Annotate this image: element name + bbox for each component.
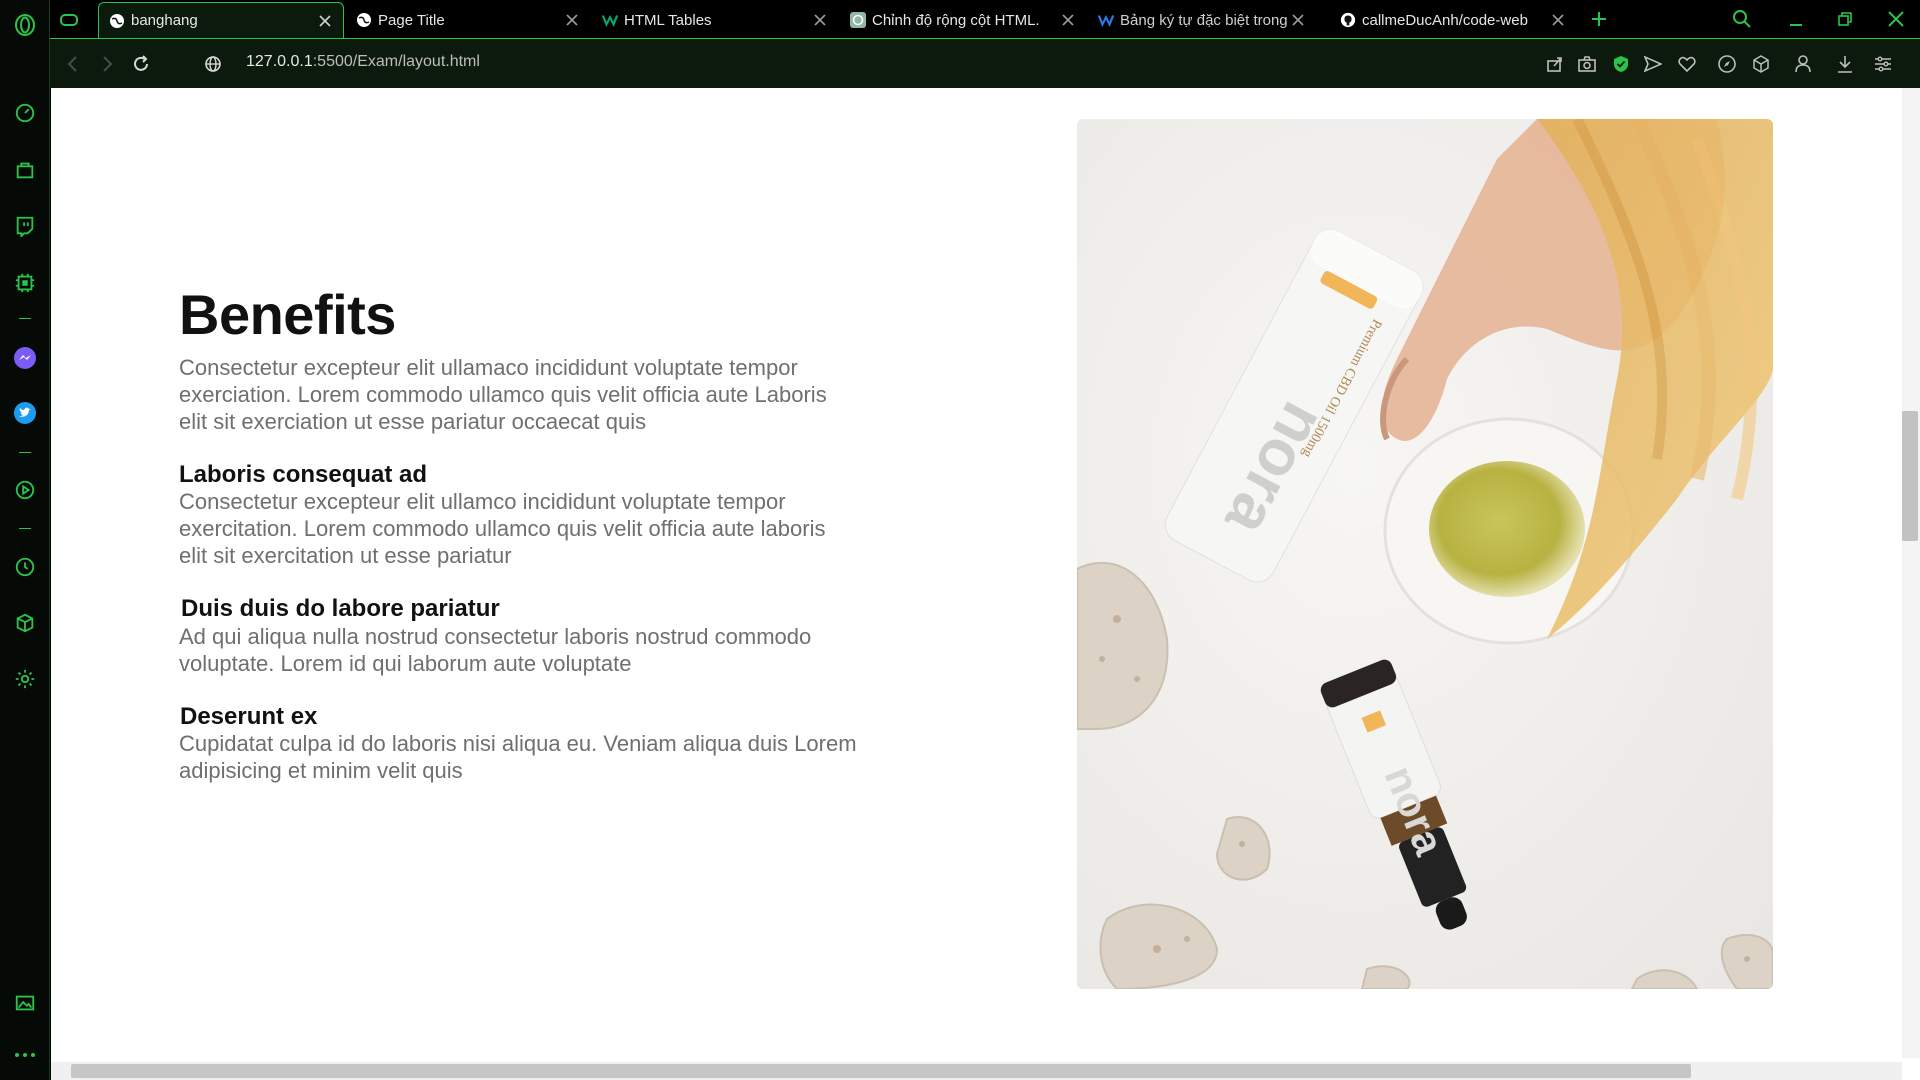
tab-title: Page Title (378, 11, 445, 29)
back-arrow-icon[interactable] (60, 51, 86, 77)
browser-window: banghang Page Title HTML Tables Chỉnh độ… (0, 0, 1920, 1080)
tab-title: HTML Tables (624, 11, 712, 29)
reload-icon[interactable] (128, 51, 154, 77)
benefit-title: Laboris consequat ad (179, 460, 428, 488)
horizontal-scroll-thumb[interactable] (71, 1064, 1691, 1078)
workspaces-icon[interactable] (60, 2, 78, 38)
more-dots-icon[interactable] (12, 1042, 38, 1068)
intro-paragraph: Consectetur excepteur elit ullamaco inci… (179, 354, 827, 434)
close-tab-icon[interactable] (562, 10, 582, 30)
vertical-scrollbar[interactable] (1902, 88, 1920, 1058)
url-host: 127.0.0.1 (246, 53, 313, 70)
benefit-text: Ad qui aliqua nulla nostrud consectetur … (179, 623, 812, 676)
product-photo: nora Premium CBD Oil 1500mg nora (1077, 119, 1773, 989)
vertical-scroll-thumb[interactable] (1902, 411, 1918, 541)
close-tab-icon[interactable] (315, 11, 335, 31)
cpu-icon[interactable] (12, 270, 38, 296)
twitter-icon[interactable] (12, 400, 38, 426)
tab-github[interactable]: callmeDucAnh/code-web (1330, 2, 1576, 38)
tab-title: banghang (131, 12, 198, 29)
close-tab-icon[interactable] (1058, 10, 1078, 30)
page-heading: Benefits (179, 283, 396, 346)
download-icon[interactable] (1832, 51, 1858, 77)
benefit-title: Deserunt ex (180, 702, 318, 730)
sidebar (0, 0, 50, 1080)
chatgpt-icon (850, 12, 866, 28)
w-logo-icon (1098, 12, 1114, 28)
tab-strip: banghang Page Title HTML Tables Chỉnh độ… (50, 0, 1920, 38)
url-field[interactable]: 127.0.0.1:5500/Exam/layout.html (246, 53, 480, 71)
send-icon[interactable] (1640, 51, 1666, 77)
shopping-bag-icon[interactable] (12, 157, 38, 183)
site-info-globe-icon[interactable] (200, 51, 226, 77)
close-tab-icon[interactable] (1548, 10, 1568, 30)
speed-dial-icon[interactable] (12, 100, 38, 126)
messenger-icon[interactable] (12, 345, 38, 371)
tab-page-title[interactable]: Page Title (346, 2, 590, 38)
history-icon[interactable] (12, 554, 38, 580)
tab-banghang[interactable]: banghang (98, 2, 344, 38)
restore-icon[interactable] (1825, 4, 1865, 34)
tab-title: Bảng ký tự đặc biệt trong H (1120, 11, 1288, 29)
extensions-box-icon[interactable] (1748, 51, 1774, 77)
profile-icon[interactable] (1790, 51, 1816, 77)
w3schools-icon (602, 12, 618, 28)
benefit-text: Cupidatat culpa id do laboris nisi aliqu… (179, 731, 857, 784)
benefit-item: Duis duis do labore pariatur Ad qui aliq… (179, 595, 899, 677)
benefit-text: Consectetur excepteur elit ullamco incid… (179, 489, 826, 569)
opera-logo-icon[interactable] (12, 12, 38, 38)
share-icon[interactable] (1542, 51, 1568, 77)
sidebar-divider (19, 318, 31, 319)
tab-title: callmeDucAnh/code-web (1362, 11, 1528, 29)
player-icon[interactable] (12, 477, 38, 503)
close-tab-icon[interactable] (1288, 10, 1308, 30)
close-tab-icon[interactable] (810, 10, 830, 30)
wallpaper-icon[interactable] (12, 990, 38, 1016)
easy-setup-sliders-icon[interactable] (1870, 51, 1896, 77)
sidebar-divider (19, 528, 31, 529)
tab-html-tables[interactable]: HTML Tables (592, 2, 838, 38)
globe-icon (109, 13, 125, 29)
twitch-icon[interactable] (12, 213, 38, 239)
close-window-icon[interactable] (1876, 4, 1916, 34)
new-tab-plus-icon[interactable] (1586, 6, 1612, 32)
tab-title: Chỉnh độ rộng cột HTML. (872, 11, 1040, 29)
url-path: :5500/Exam/layout.html (312, 53, 480, 70)
benefit-item: Laboris consequat ad Consectetur excepte… (179, 461, 899, 570)
bookmark-heart-icon[interactable] (1674, 51, 1700, 77)
tab-search-icon[interactable] (1722, 4, 1762, 34)
sidebar-divider (19, 452, 31, 453)
snapshot-camera-icon[interactable] (1574, 51, 1600, 77)
easy-setup-compass-icon[interactable] (1714, 51, 1740, 77)
benefits-section: Benefits Consectetur excepteur elit ulla… (179, 284, 899, 784)
minimize-icon[interactable] (1776, 4, 1816, 34)
extensions-cube-icon[interactable] (12, 610, 38, 636)
benefit-title: Duis duis do labore pariatur (181, 595, 500, 623)
benefit-item: Deserunt ex Cupidatat culpa id do labori… (179, 703, 899, 785)
tab-chinh-do-rong-cot[interactable]: Chỉnh độ rộng cột HTML. (840, 2, 1086, 38)
address-bar: 127.0.0.1:5500/Exam/layout.html (50, 38, 1920, 88)
shield-icon[interactable] (1608, 51, 1634, 77)
globe-icon (356, 12, 372, 28)
forward-arrow-icon[interactable] (94, 51, 120, 77)
settings-gear-icon[interactable] (12, 666, 38, 692)
tab-bang-ky-tu[interactable]: Bảng ký tự đặc biệt trong H (1088, 2, 1316, 38)
page-viewport: Benefits Consectetur excepteur elit ulla… (51, 88, 1920, 1080)
horizontal-scrollbar[interactable] (51, 1062, 1902, 1080)
github-icon (1340, 12, 1356, 28)
